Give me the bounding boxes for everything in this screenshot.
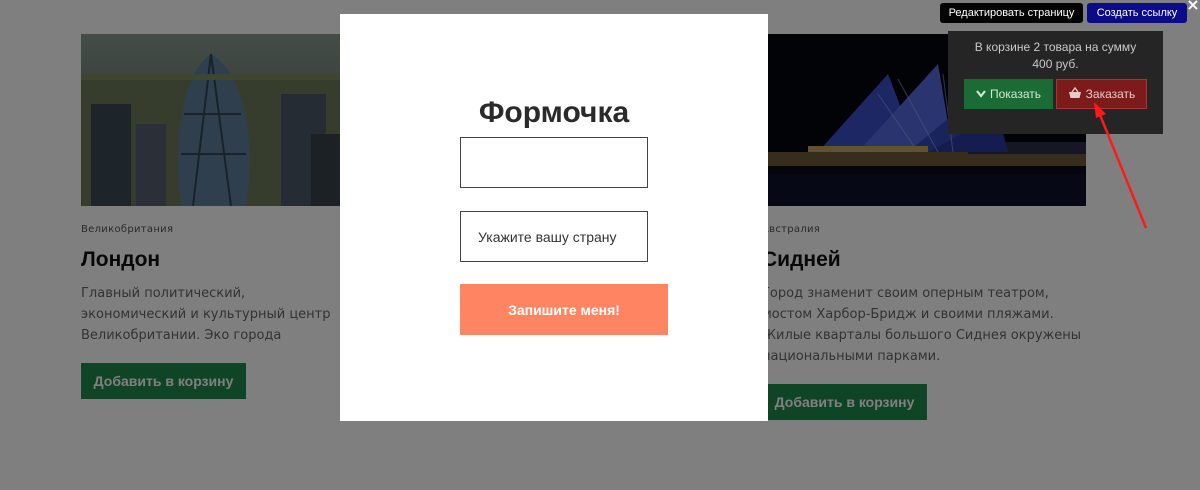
show-cart-label: Показать (989, 87, 1041, 101)
edit-page-button[interactable]: Редактировать страницу (940, 3, 1083, 23)
chevron-down-icon (976, 87, 986, 101)
name-input[interactable] (460, 137, 648, 188)
create-link-button[interactable]: Создать ссылку (1087, 3, 1187, 23)
cart-summary: В корзине 2 товара на сумму 400 руб. (948, 39, 1163, 73)
cart-summary-line1: В корзине 2 товара на сумму (974, 40, 1137, 54)
modal-title: Формочка (478, 96, 630, 129)
show-cart-button[interactable]: Показать (964, 79, 1053, 109)
order-label: Заказать (1085, 87, 1136, 101)
close-icon[interactable]: × (1186, 0, 1200, 14)
submit-button[interactable]: Запишите меня! (460, 284, 668, 335)
form-modal: Формочка Запишите меня! (340, 14, 768, 421)
country-input[interactable] (460, 211, 648, 262)
annotation-arrow-icon (1090, 100, 1152, 237)
basket-icon (1068, 86, 1082, 102)
cart-summary-line2: 400 руб. (1032, 57, 1079, 71)
